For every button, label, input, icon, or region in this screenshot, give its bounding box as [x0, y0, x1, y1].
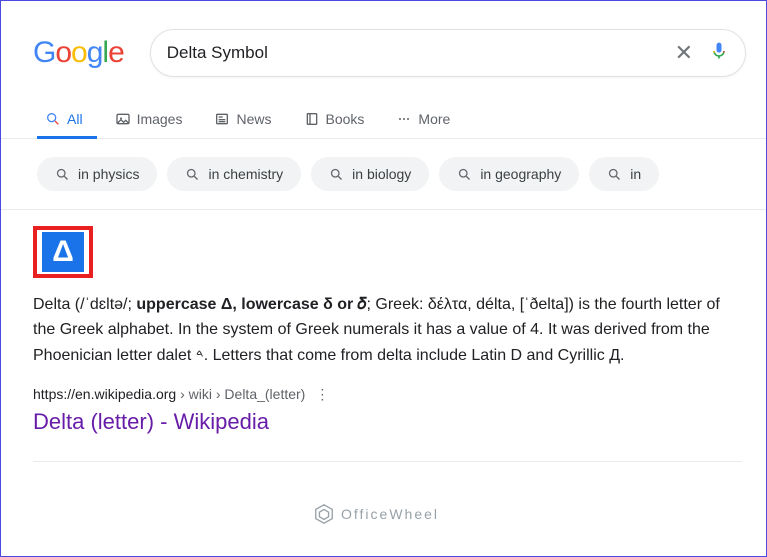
search-icon — [185, 167, 200, 182]
result-title-link[interactable]: Delta (letter) - Wikipedia — [33, 409, 742, 435]
search-icon — [45, 111, 61, 127]
header: Google ✕ — [1, 1, 766, 87]
search-icon — [55, 167, 70, 182]
result-thumbnail-highlight: Δ — [33, 226, 93, 278]
chip-physics[interactable]: in physics — [37, 157, 157, 191]
tab-books[interactable]: Books — [296, 101, 379, 139]
snippet-pre: Delta (/ˈdɛltə/; — [33, 296, 136, 313]
result-url: https://en.wikipedia.org › wiki › Delta_… — [33, 386, 742, 403]
search-tabs: All Images News Books More — [1, 87, 766, 139]
tab-images-label: Images — [137, 111, 183, 127]
chip-partial[interactable]: in — [589, 157, 659, 191]
tab-all-label: All — [67, 111, 83, 127]
tab-books-label: Books — [326, 111, 365, 127]
tab-news-label: News — [236, 111, 271, 127]
watermark-text: OfficeWheel — [341, 506, 439, 522]
tab-more[interactable]: More — [388, 101, 464, 139]
tab-news[interactable]: News — [206, 101, 285, 139]
google-logo[interactable]: Google — [33, 36, 124, 70]
search-icon — [457, 167, 472, 182]
delta-thumbnail[interactable]: Δ — [42, 232, 84, 272]
news-icon — [214, 111, 230, 127]
chip-label: in chemistry — [208, 166, 283, 182]
book-icon — [304, 111, 320, 127]
tab-more-label: More — [418, 111, 450, 127]
clear-icon[interactable]: ✕ — [675, 40, 693, 66]
result-domain[interactable]: https://en.wikipedia.org › wiki › Delta_… — [33, 386, 305, 402]
search-bar[interactable]: ✕ — [150, 29, 746, 77]
chip-biology[interactable]: in biology — [311, 157, 429, 191]
chip-label: in geography — [480, 166, 561, 182]
chip-chemistry[interactable]: in chemistry — [167, 157, 301, 191]
watermark: OfficeWheel — [313, 503, 439, 525]
mic-icon[interactable] — [709, 40, 729, 67]
more-icon — [396, 111, 412, 127]
result-divider — [33, 461, 742, 462]
search-icon — [607, 167, 622, 182]
result-content: Δ Delta (/ˈdɛltə/; uppercase Δ, lowercas… — [1, 210, 766, 462]
chip-label: in physics — [78, 166, 139, 182]
chip-geography[interactable]: in geography — [439, 157, 579, 191]
tab-images[interactable]: Images — [107, 101, 197, 139]
chip-label: in — [630, 166, 641, 182]
search-icon — [329, 167, 344, 182]
tab-all[interactable]: All — [37, 101, 97, 139]
related-chips: in physics in chemistry in biology in ge… — [1, 139, 766, 210]
image-icon — [115, 111, 131, 127]
kebab-icon[interactable]: ⋮ — [315, 386, 329, 403]
result-snippet: Delta (/ˈdɛltə/; uppercase Δ, lowercase … — [33, 292, 742, 368]
search-input[interactable] — [167, 43, 675, 63]
officewheel-icon — [313, 503, 335, 525]
chip-label: in biology — [352, 166, 411, 182]
snippet-bold: uppercase Δ, lowercase δ or 𝛿 — [136, 296, 366, 313]
